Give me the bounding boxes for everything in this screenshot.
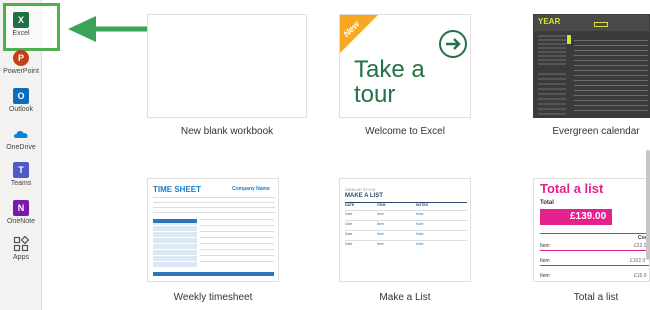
- total-list-title: Total a list: [540, 181, 604, 196]
- rail-app-onedrive[interactable]: OneDrive: [0, 126, 42, 152]
- rail-app-apps[interactable]: Apps: [0, 236, 42, 262]
- template-caption: Total a list: [573, 292, 619, 303]
- powerpoint-icon: P: [13, 50, 29, 66]
- list-cell: Item: [377, 212, 384, 216]
- onedrive-icon: [14, 131, 28, 138]
- template-caption: Make a List: [379, 292, 431, 303]
- excel-start-screen: X Excel P PowerPoint O Outlook OneDrive …: [0, 0, 650, 310]
- list-title: MAKE A LIST: [345, 193, 383, 199]
- tour-line-1: Take a: [354, 56, 425, 83]
- list-cell: Item: [377, 242, 384, 246]
- timesheet-company: Company Name: [232, 186, 270, 192]
- rail-app-label: Teams: [10, 180, 32, 187]
- rail-app-outlook[interactable]: O Outlook: [0, 88, 42, 114]
- template-thumbnail: SIGN-UP STYLE MAKE A LIST DATE ITEM NOTE…: [339, 178, 471, 282]
- template-caption: Evergreen calendar: [552, 126, 640, 137]
- list-kicker: SIGN-UP STYLE: [345, 187, 376, 192]
- rail-app-onenote[interactable]: N OneNote: [0, 200, 42, 226]
- rail-app-label: Outlook: [8, 106, 34, 113]
- scrollbar-thumb[interactable]: [646, 150, 650, 260]
- template-thumbnail: [147, 14, 307, 118]
- calendar-year-label: YEAR: [538, 17, 561, 26]
- template-caption: Welcome to Excel: [365, 126, 445, 137]
- template-caption: New blank workbook: [180, 126, 274, 137]
- apps-grid-icon: [13, 236, 29, 252]
- rail-app-label: OneDrive: [6, 144, 36, 151]
- total-cell: £15.0: [634, 273, 647, 279]
- list-cell: Date: [345, 212, 353, 216]
- list-cell: Item: [377, 232, 384, 236]
- tour-line-2: tour: [354, 81, 396, 108]
- list-cell: Note: [416, 242, 424, 246]
- total-cell: Item: [540, 273, 550, 279]
- list-cell: Date: [345, 222, 353, 226]
- total-cell: Item: [540, 243, 550, 249]
- outlook-icon: O: [13, 88, 29, 104]
- list-col-header: ITEM: [377, 203, 386, 207]
- onenote-icon: N: [13, 200, 29, 216]
- total-cell: Item: [540, 258, 550, 264]
- rail-app-label: Apps: [13, 254, 29, 261]
- total-cell: £102.0: [630, 258, 646, 264]
- total-label: Total: [540, 200, 554, 206]
- rail-app-label: OneNote: [6, 218, 36, 225]
- rail-app-powerpoint[interactable]: P PowerPoint: [0, 50, 42, 76]
- template-thumbnail: TIME SHEET Company Name: [147, 178, 279, 282]
- template-thumbnail: YEAR: [533, 14, 650, 118]
- timesheet-title: TIME SHEET: [153, 185, 202, 194]
- template-caption: Weekly timesheet: [173, 292, 253, 303]
- list-cell: Note: [416, 212, 424, 216]
- list-col-header: NOTES: [416, 203, 429, 207]
- app-rail: X Excel P PowerPoint O Outlook OneDrive …: [0, 0, 60, 310]
- list-col-header: DATE: [345, 203, 355, 207]
- excel-icon: X: [13, 12, 29, 28]
- total-value: £139.00: [570, 211, 607, 222]
- rail-app-label: PowerPoint: [3, 68, 39, 75]
- list-cell: Date: [345, 232, 353, 236]
- rail-app-label: Excel: [12, 30, 30, 37]
- total-cell: £22.0: [634, 243, 647, 249]
- arrow-circle-icon: [439, 30, 467, 58]
- rail-app-excel[interactable]: X Excel: [0, 12, 42, 38]
- list-cell: Date: [345, 242, 353, 246]
- list-cell: Item: [377, 222, 384, 226]
- teams-icon: T: [13, 162, 29, 178]
- list-cell: Note: [416, 222, 424, 226]
- rail-app-teams[interactable]: T Teams: [0, 162, 42, 188]
- list-cell: Note: [416, 232, 424, 236]
- template-thumbnail: New Take a tour: [339, 14, 471, 118]
- template-thumbnail: Total a list Total £139.00 Cos Item £22.…: [533, 178, 650, 282]
